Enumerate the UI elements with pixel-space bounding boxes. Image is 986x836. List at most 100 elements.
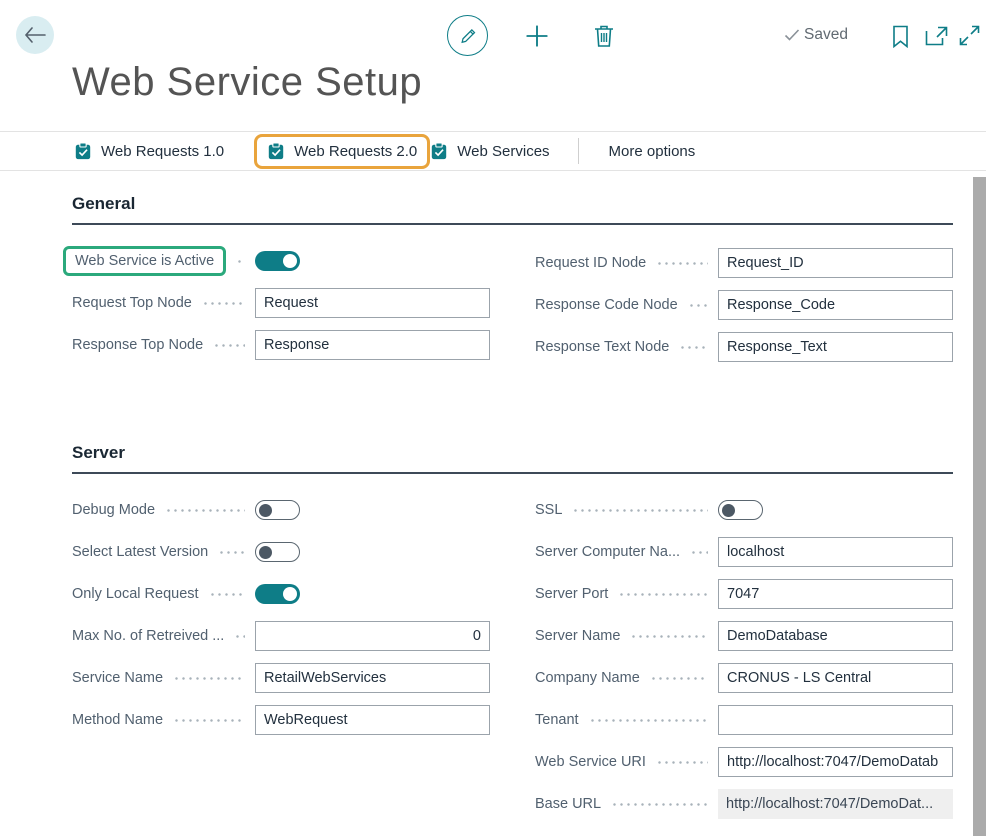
field-label: Company Name [535,670,640,686]
section-general-rule [72,223,953,225]
section-server-header: Server [72,443,125,463]
page-title: Web Service Setup [72,60,422,105]
dotted-leader [589,719,708,722]
field-label: Service Name [72,670,163,686]
save-status-label: Saved [804,26,848,44]
toggle-knob [259,546,272,559]
web-service-is-active-toggle[interactable] [255,251,300,271]
field-label: Server Computer Na... [535,544,680,560]
server-computer-name-input[interactable] [718,537,953,567]
server-name-input[interactable] [718,621,953,651]
edit-button[interactable] [447,15,488,56]
field-label: Method Name [72,712,163,728]
request-id-node-input[interactable] [718,248,953,278]
debug-mode-toggle[interactable] [255,500,300,520]
field-label: Only Local Request [72,586,199,602]
field-label: Response Top Node [72,337,203,353]
tab-web-requests-1-0[interactable]: Web Requests 1.0 [74,142,224,161]
divider-line [0,170,986,171]
delete-button[interactable] [591,22,617,50]
response-top-node-input[interactable] [255,330,490,360]
check-icon [784,28,800,42]
server-right-column: SSL Server Computer Na... Server Port Se… [535,489,953,825]
web-service-setup-page: Saved Web Service Setup Web Requests 1.0 [0,0,986,836]
field-label: Response Code Node [535,297,678,313]
field-label: Debug Mode [72,502,155,518]
method-name-input[interactable] [255,705,490,735]
field-label: Tenant [535,712,579,728]
field-web-service-uri: Web Service URI [535,741,953,783]
dotted-leader [656,761,708,764]
only-local-request-toggle[interactable] [255,584,300,604]
dotted-leader [650,677,708,680]
field-max-no-retrieved: Max No. of Retreived ... [72,615,490,657]
field-response-text-node: Response Text Node [535,326,953,368]
clipboard-check-icon [430,142,448,161]
max-no-retrieved-input[interactable] [255,621,490,651]
vertical-scrollbar[interactable] [973,177,986,836]
base-url-readonly-field: http://localhost:7047/DemoDat... [718,789,953,819]
toggle-knob [259,504,272,517]
field-label: Request ID Node [535,255,646,271]
field-label: Server Port [535,586,608,602]
response-code-node-input[interactable] [718,290,953,320]
bookmark-icon [892,25,909,48]
web-service-uri-input[interactable] [718,747,953,777]
general-left-column: Web Service is Active Request Top Node R… [72,240,490,366]
field-only-local-request: Only Local Request [72,573,490,615]
toggle-knob [283,587,297,601]
popout-icon [925,26,948,46]
plus-icon [524,23,550,49]
general-right-column: Request ID Node Response Code Node Respo… [535,242,953,368]
server-port-input[interactable] [718,579,953,609]
back-arrow-icon [24,27,46,43]
dotted-leader [218,551,245,554]
ssl-toggle[interactable] [718,500,763,520]
expand-arrows-icon [959,25,980,46]
field-label: SSL [535,502,562,518]
field-service-name: Service Name [72,657,490,699]
field-label: Request Top Node [72,295,192,311]
field-label: Select Latest Version [72,544,208,560]
bookmark-button[interactable] [890,24,910,48]
pencil-icon [458,26,478,46]
toggle-knob [283,254,297,268]
dotted-leader [173,719,245,722]
clipboard-check-icon [74,142,92,161]
response-text-node-input[interactable] [718,332,953,362]
field-company-name: Company Name [535,657,953,699]
dotted-leader [679,346,708,349]
dotted-leader [213,344,245,347]
new-record-button[interactable] [523,22,551,50]
tab-web-requests-2-0[interactable]: Web Requests 2.0 [267,142,417,161]
field-server-computer-name: Server Computer Na... [535,531,953,573]
tab-separator [578,138,579,164]
field-server-port: Server Port [535,573,953,615]
open-in-window-button[interactable] [924,26,948,46]
back-button[interactable] [16,16,54,54]
dotted-leader [209,593,245,596]
toggle-knob [722,504,735,517]
tab-label: Web Requests 1.0 [101,143,224,160]
company-name-input[interactable] [718,663,953,693]
request-top-node-input[interactable] [255,288,490,318]
field-base-url: Base URL http://localhost:7047/DemoDat..… [535,783,953,825]
fullscreen-button[interactable] [958,24,980,46]
field-label: Max No. of Retreived ... [72,628,224,644]
service-name-input[interactable] [255,663,490,693]
dotted-leader [234,635,245,638]
tab-web-services[interactable]: Web Services [430,142,549,161]
action-tab-strip: Web Requests 1.0 Web Requests 2.0 Web Se… [74,137,695,165]
field-label: Response Text Node [535,339,669,355]
select-latest-version-toggle[interactable] [255,542,300,562]
field-server-name: Server Name [535,615,953,657]
field-ssl: SSL [535,489,953,531]
server-left-column: Debug Mode Select Latest Version Only Lo… [72,489,490,741]
trash-icon [592,23,616,49]
tenant-input[interactable] [718,705,953,735]
save-status: Saved [784,26,848,44]
clipboard-check-icon [267,142,285,161]
section-server-rule [72,472,953,474]
more-options-button[interactable]: More options [609,143,696,160]
dotted-leader [618,593,708,596]
